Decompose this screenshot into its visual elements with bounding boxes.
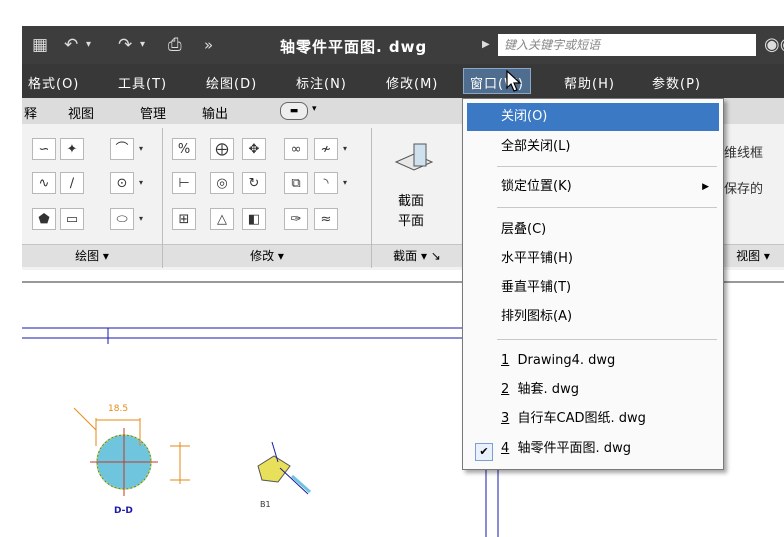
drawing-1-number: 1 [501,353,510,368]
drawing-4-number: 4 [501,441,510,456]
scale-icon[interactable]: % [172,138,196,160]
checkmark-icon: ✔ [475,443,493,461]
drawing-1-name: Drawing4. dwg [517,353,616,368]
menu-format[interactable]: 格式(O) [28,73,79,92]
menu-tools[interactable]: 工具(T) [118,73,167,92]
explode-icon[interactable]: ◧ [242,208,266,230]
move-icon[interactable]: ✥ [242,138,266,160]
workspace-dropdown-icon[interactable]: ▾ [312,104,317,114]
tab-manage[interactable]: 管理 [140,103,166,122]
spline-edit-icon[interactable]: ✦ [60,138,84,160]
menu-item-drawing-3[interactable]: 3 自行车CAD图纸. dwg [467,405,719,433]
circle-dropdown-icon[interactable]: ▾ [136,172,146,194]
spline-icon[interactable]: ∿ [32,172,56,194]
plot-icon[interactable]: ⎙ [168,35,182,55]
rotate-icon[interactable]: ↻ [242,172,266,194]
arc-dropdown-icon[interactable]: ▾ [136,138,146,160]
menu-item-lock-location[interactable]: 锁定位置(K) ▶ [467,173,719,201]
app-menu-icon[interactable]: ▦ [32,35,48,55]
tab-view[interactable]: 视图 [68,103,94,122]
stretch-icon[interactable]: ⊢ [172,172,196,194]
undo-icon[interactable]: ↶ [64,35,78,55]
drawing-3-name: 自行车CAD图纸. dwg [517,411,646,426]
view-panel-footer[interactable]: 视图 ▾ [722,244,784,267]
menu-item-drawing-4[interactable]: ✔ 4 轴零件平面图. dwg [467,435,719,463]
menu-separator [497,166,717,167]
menu-bar: 格式(O) 工具(T) 绘图(D) 标注(N) 修改(M) 窗口(W) 帮助(H… [22,64,784,98]
redo-icon[interactable]: ↷ [118,35,132,55]
dimension-label: 18.5 [108,404,129,414]
tab-annotate[interactable]: 释 [24,103,37,122]
ellipse-dropdown-icon[interactable]: ▾ [136,208,146,230]
section-button-line1[interactable]: 截面 [398,190,424,209]
fillet-dropdown-icon[interactable]: ▾ [340,172,350,194]
binoculars-icon[interactable]: ◉◉ [764,34,784,55]
menu-dimension[interactable]: 标注(N) [296,73,347,92]
menu-draw[interactable]: 绘图(D) [206,73,257,92]
menu-item-lock-location-label: 锁定位置(K) [501,179,572,194]
menu-item-arrange-icons[interactable]: 排列图标(A) [467,303,719,331]
drawing-3-number: 3 [501,411,510,426]
section-button-line2[interactable]: 平面 [398,210,424,229]
modify-panel-footer[interactable]: 修改 ▾ [163,244,371,267]
section-panel-footer[interactable]: 截面 ▾ ↘ [372,244,462,267]
menu-parameters[interactable]: 参数(P) [652,73,701,92]
offset-icon[interactable]: ◎ [210,172,234,194]
array-icon[interactable]: ⊞ [172,208,196,230]
title-bar: ▦ ↶ ▾ ↷ ▾ ⎙ » 轴零件平面图. dwg ▶ 键入关键字或短语 ◉◉ [22,26,784,64]
join-icon[interactable]: ∞ [284,138,308,160]
section-plane-icon[interactable] [392,140,436,176]
redo-dropdown-icon[interactable]: ▾ [140,39,145,50]
saved-view-label[interactable]: 保存的 [724,178,763,197]
fillet-icon[interactable]: ◝ [314,172,338,194]
menu-item-drawing-1[interactable]: 1 Drawing4. dwg [467,347,719,375]
workspace-switch-icon[interactable]: ▬ [280,102,308,120]
menu-modify[interactable]: 修改(M) [386,73,438,92]
drawing-2-number: 2 [501,382,510,397]
menu-item-tile-vertically[interactable]: 垂直平铺(T) [467,274,719,302]
menu-separator [497,339,717,340]
window-title: 轴零件平面图. dwg [280,38,428,56]
mouse-cursor-icon [506,70,522,92]
menu-separator [497,207,717,208]
menu-item-close-all[interactable]: 全部关闭(L) [467,133,719,161]
drawing-2-name: 轴套. dwg [517,382,579,397]
rotate-copy-icon[interactable]: ⨁ [210,138,234,160]
section-dd-label: D-D [114,506,133,516]
submenu-arrow-icon: ▶ [702,182,709,192]
window-menu-dropdown: 关闭(O) 全部关闭(L) 锁定位置(K) ▶ 层叠(C) 水平平铺(H) 垂直… [462,98,724,470]
line-icon[interactable]: ∕ [60,172,84,194]
drawing-4-name: 轴零件平面图. dwg [517,441,631,456]
menu-item-tile-horizontally[interactable]: 水平平铺(H) [467,245,719,273]
arc-icon[interactable]: ⌒ [110,138,134,160]
trim-icon[interactable]: ≁ [314,138,338,160]
polyline-icon[interactable]: ∽ [32,138,56,160]
menu-help[interactable]: 帮助(H) [564,73,615,92]
polygon-icon[interactable]: ⬟ [32,208,56,230]
visual-style-label[interactable]: 维线框 [724,142,763,161]
more-tools-icon[interactable]: » [204,36,213,54]
menu-item-cascade[interactable]: 层叠(C) [467,216,719,244]
search-arrow-icon: ▶ [482,39,490,50]
trim-dropdown-icon[interactable]: ▾ [340,138,350,160]
ellipse-icon[interactable]: ⬭ [110,208,134,230]
undo-dropdown-icon[interactable]: ▾ [86,39,91,50]
copy-icon[interactable]: ⧉ [284,172,308,194]
circle-icon[interactable]: ⊙ [110,172,134,194]
break-icon[interactable]: ≈ [314,208,338,230]
erase-icon[interactable]: ✑ [284,208,308,230]
draw-panel-footer[interactable]: 绘图 ▾ [22,244,162,267]
menu-item-drawing-2[interactable]: 2 轴套. dwg [467,376,719,404]
detail-b1-label: B1 [260,500,271,509]
search-input[interactable]: 键入关键字或短语 [498,34,756,56]
menu-item-close[interactable]: 关闭(O) [467,103,719,131]
mirror-icon[interactable]: △ [210,208,234,230]
rectangle-icon[interactable]: ▭ [60,208,84,230]
tab-output[interactable]: 输出 [202,103,228,122]
